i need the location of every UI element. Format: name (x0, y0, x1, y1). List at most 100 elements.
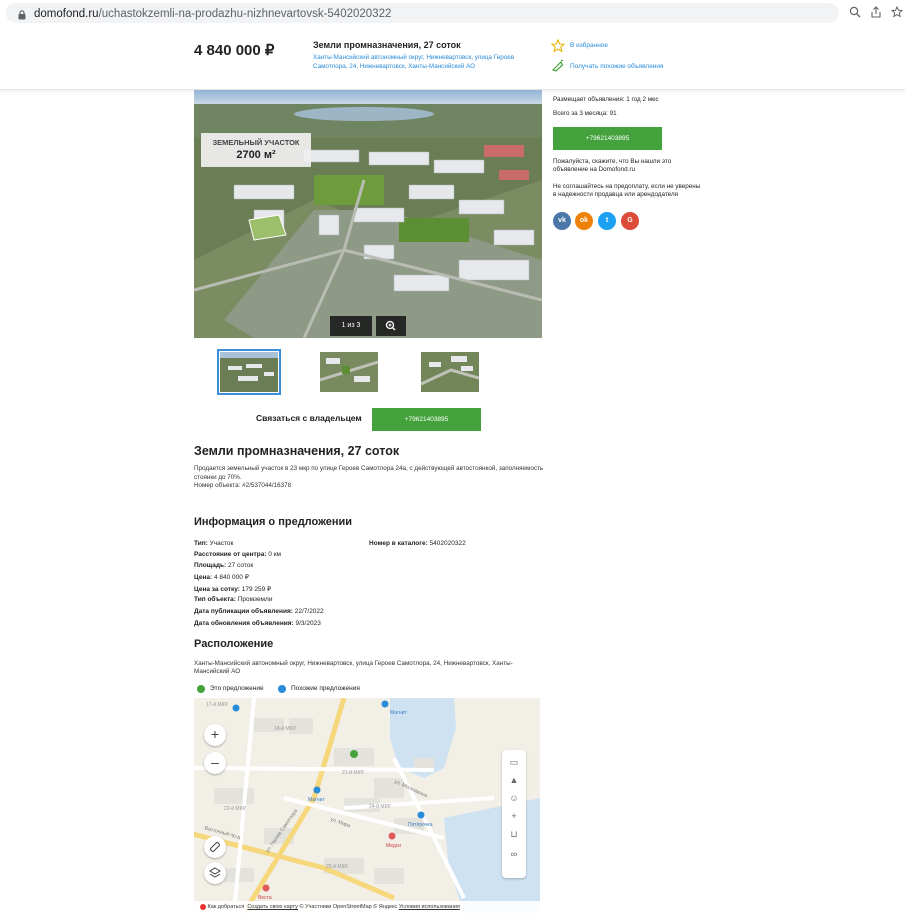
map-poi-magnit-2: Магнит (308, 797, 325, 803)
subscribe-similar-link[interactable]: Получать похожие объявления (570, 63, 664, 70)
badge-area: 2700 м² (236, 149, 276, 161)
school-icon[interactable]: ▲ (502, 772, 526, 788)
bookmark-star-icon[interactable] (890, 5, 904, 20)
info-label: Номер в каталоге: (369, 540, 428, 547)
info-label: Площадь: (194, 562, 227, 569)
info-value: 4 840 000 ₽ (213, 574, 249, 581)
total-listings: Всего за 3 месяца: 91 (553, 110, 617, 117)
info-row-published: Дата публикации объявления: 22/7/2022 (194, 608, 324, 615)
map-ruler-button[interactable] (204, 836, 226, 858)
header-address-link[interactable]: Ханты-Мансийский автономный округ, Нижне… (313, 53, 543, 71)
info-value: 0 км (268, 551, 282, 558)
sidebar-phone-button[interactable]: +79621403895 (553, 127, 662, 150)
info-row-object-type: Тип объекта: Промземли (194, 596, 272, 603)
description-text: Продается земельный участок в 23 мкр по … (194, 465, 544, 481)
posting-duration: Размещает объявления: 1 год 2 мес (553, 96, 659, 103)
aerial-city-photo (194, 90, 542, 338)
info-label: Цена за сотку: (194, 586, 240, 593)
location-map[interactable]: 17-й МКР. 18-й МКР. 21-й МКР. 22-й МКР. … (194, 698, 540, 913)
legend-this-dot (197, 685, 205, 693)
map-label-mkr22: 22-й МКР. (224, 806, 247, 812)
info-value: 27 соток (227, 562, 254, 569)
url-host: domofond.ru (34, 8, 99, 20)
kindergarten-icon[interactable]: ☺ (502, 790, 526, 806)
pharmacy-icon[interactable]: + (502, 808, 526, 824)
contact-phone-button[interactable]: +79621403895 (372, 408, 481, 431)
share-icon[interactable] (869, 6, 883, 20)
map-footer: Как добраться Создать свою карту © Участ… (194, 901, 540, 913)
thumbnail-3[interactable] (421, 352, 479, 392)
info-row-area: Площадь: 27 соток (194, 562, 253, 569)
map-label-mkr18: 18-й МКР. (274, 726, 297, 732)
add-to-favorites-link[interactable]: В избранное (570, 42, 608, 49)
map-attribution: © Участники OpenStreetMap © Яндекс (299, 904, 398, 910)
url-text: domofond.ru/uchastokzemli-na-prodazhu-ni… (34, 8, 391, 20)
header-title: Земли промназначения, 27 соток (313, 40, 461, 50)
zoom-icon[interactable] (848, 6, 862, 20)
thumbnail-2[interactable] (320, 352, 378, 392)
create-map-link[interactable]: Создать свою карту (247, 904, 298, 910)
google-share-icon[interactable]: G (621, 212, 639, 230)
browser-toolbar: domofond.ru/uchastokzemli-na-prodazhu-ni… (0, 0, 905, 26)
url-path: /uchastokzemli-na-prodazhu-nizhnevartovs… (98, 8, 392, 20)
photo-zoom-button[interactable] (376, 316, 406, 336)
map-label-mkr25: 25-й МКР. (326, 864, 349, 870)
map-label-mkr17: 17-й МКР. (206, 702, 229, 708)
info-row-distance: Расстояние от центра: 0 км (194, 551, 281, 558)
info-label: Дата публикации объявления: (194, 608, 293, 615)
map-poi-magnit-1: Магнит (390, 710, 407, 716)
ruler-icon (209, 841, 221, 853)
info-row-price: Цена: 4 840 000 ₽ (194, 573, 249, 581)
legend-similar-label: Похожие предложения (291, 685, 360, 692)
info-heading: Информация о предложении (194, 516, 353, 528)
info-value: Промземли (237, 596, 273, 603)
prepayment-warning: Не соглашайтесь на предоплату, если не у… (553, 183, 701, 199)
info-value: 9/3/2023 (295, 620, 321, 627)
info-row-updated: Дата обновления объявления: 9/3/2023 (194, 620, 321, 627)
thumbnail-1[interactable] (217, 349, 281, 395)
layers-icon (209, 867, 221, 878)
info-row-price-per-sotka: Цена за сотку: 179 259 ₽ (194, 585, 271, 593)
terms-link[interactable]: Условия использования (399, 904, 460, 910)
lock-icon (18, 10, 26, 20)
photo-counter: 1 из 3 (330, 316, 372, 336)
info-row-catalog-number: Номер в каталоге: 5402020322 (369, 540, 466, 547)
info-label: Расстояние от центра: (194, 551, 267, 558)
listing-title: Земли промназначения, 27 соток (194, 444, 400, 458)
favorite-star-icon[interactable] (551, 39, 565, 53)
info-row-type: Тип: Участок (194, 540, 233, 547)
bus-icon[interactable]: ▭ (502, 754, 526, 770)
shop-cart-icon[interactable]: ⊔ (502, 826, 526, 842)
map-label-mkr24: 24-й МКР. (369, 804, 392, 810)
info-value: 22/7/2022 (294, 608, 324, 615)
badge-title: ЗЕМЕЛЬНЫЙ УЧАСТОК (212, 138, 300, 147)
vk-share-icon[interactable]: vk (553, 212, 571, 230)
notification-bell-icon[interactable] (551, 59, 565, 73)
location-address: Ханты-Мансийский автономный округ, Нижне… (194, 660, 513, 676)
contact-owner-label: Связаться с владельцем (256, 413, 362, 423)
magnifier-icon (385, 320, 396, 331)
info-label: Дата обновления объявления: (194, 620, 294, 627)
bicycle-icon[interactable]: ∞ (502, 846, 526, 862)
map-layers-button[interactable] (204, 862, 226, 884)
info-value: 5402020322 (429, 540, 466, 547)
legend-similar-dot (278, 685, 286, 693)
header-price: 4 840 000 ₽ (194, 42, 275, 59)
map-poi-toolbar: ▭ ▲ ☺ + ⊔ ∞ (502, 750, 526, 878)
map-zoom-in-button[interactable]: + (204, 724, 226, 746)
map-label-mkr21: 21-й МКР. (342, 770, 365, 776)
route-pin-icon (200, 903, 206, 910)
map-poi-medsi: Медси (386, 843, 402, 849)
main-photo[interactable] (194, 90, 542, 338)
twitter-share-icon[interactable]: t (598, 212, 616, 230)
address-bar[interactable]: domofond.ru/uchastokzemli-na-prodazhu-ni… (6, 3, 839, 23)
mention-domofond-note: Пожалуйста, скажите, что Вы нашли это об… (553, 158, 672, 174)
ok-share-icon[interactable]: ok (575, 212, 593, 230)
listing-header: 4 840 000 ₽ Земли промназначения, 27 сот… (0, 27, 905, 90)
info-label: Тип: (194, 540, 208, 547)
land-area-badge: ЗЕМЕЛЬНЫЙ УЧАСТОК 2700 м² (201, 133, 311, 167)
listing-marker (350, 750, 358, 758)
map-zoom-out-button[interactable]: – (204, 752, 226, 774)
route-link[interactable]: Как добраться (208, 904, 245, 910)
location-heading: Расположение (194, 638, 274, 650)
